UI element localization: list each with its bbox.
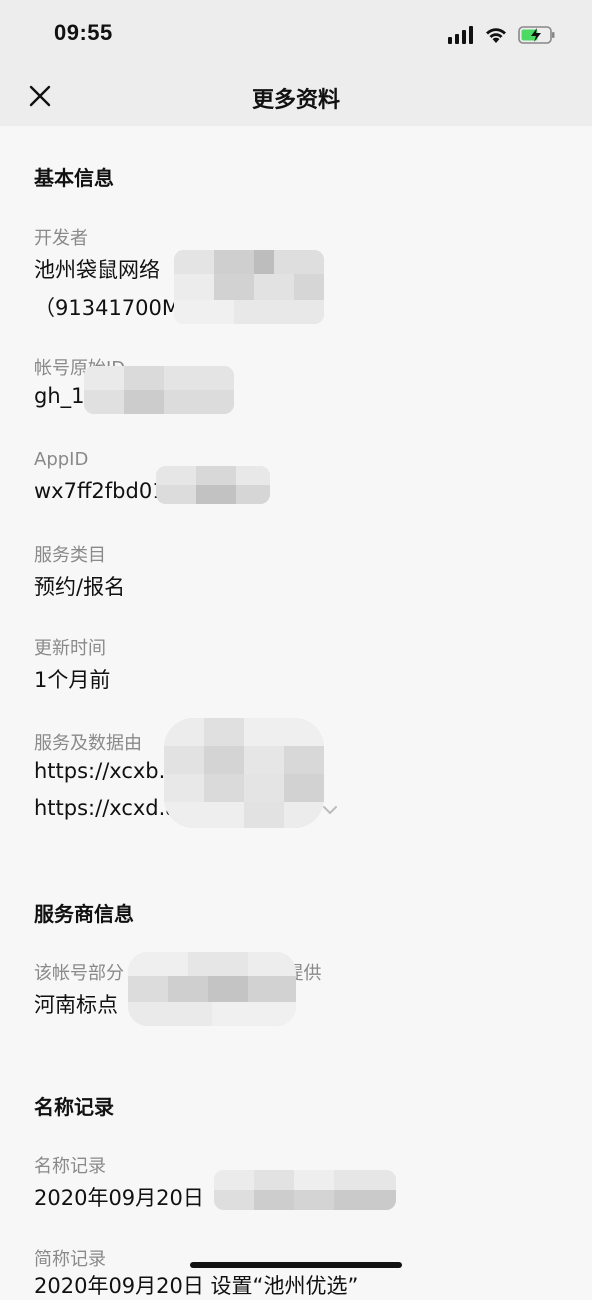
page-title: 更多资料 — [251, 88, 340, 113]
short-name-label: 简称记录 — [34, 1249, 106, 1270]
redaction-mosaic — [214, 1170, 396, 1210]
provider-section-title: 服务商信息 — [34, 902, 134, 926]
updated-value: 1个月前 — [34, 668, 111, 692]
redaction-mosaic — [128, 952, 296, 1026]
name-record-value: 2020年09月20日 — [34, 1186, 204, 1210]
name-record-section-title: 名称记录 — [34, 1095, 114, 1119]
status-bar: 09:55 — [0, 0, 592, 66]
navigation-bar: 更多资料 — [0, 66, 592, 126]
updated-label: 更新时间 — [34, 638, 106, 659]
provider-value: 河南标点 — [34, 993, 118, 1017]
account-id-value: gh_1 — [34, 384, 85, 408]
redaction-mosaic — [164, 718, 324, 828]
basic-info-title: 基本信息 — [34, 166, 114, 190]
developer-line-2: （91341700M — [34, 296, 181, 320]
redaction-mosaic — [84, 366, 234, 414]
data-provider-label-start: 服务及数据由 — [34, 733, 142, 754]
status-time: 09:55 — [54, 20, 113, 45]
name-record-label: 名称记录 — [34, 1156, 106, 1177]
short-name-value: 2020年09月20日 设置“池州优选” — [34, 1274, 359, 1298]
chevron-down-icon[interactable] — [322, 804, 338, 816]
developer-label: 开发者 — [34, 228, 88, 249]
appid-value: wx7ff2fbd01 — [34, 479, 166, 503]
redaction-mosaic — [174, 250, 324, 324]
developer-line-1: 池州袋鼠网络 — [34, 258, 160, 282]
redaction-mosaic — [156, 466, 270, 504]
wifi-icon — [486, 28, 506, 43]
appid-label: AppID — [34, 449, 89, 470]
category-label: 服务类目 — [34, 545, 106, 566]
battery-charging-icon — [518, 26, 555, 44]
provider-label-start: 该帐号部分 — [34, 963, 124, 984]
home-indicator[interactable] — [190, 1262, 402, 1268]
service-url-1[interactable]: https://xcxb.a — [34, 759, 178, 783]
status-icons — [448, 24, 556, 46]
category-value: 预约/报名 — [34, 575, 126, 599]
cellular-signal-icon — [448, 26, 473, 44]
